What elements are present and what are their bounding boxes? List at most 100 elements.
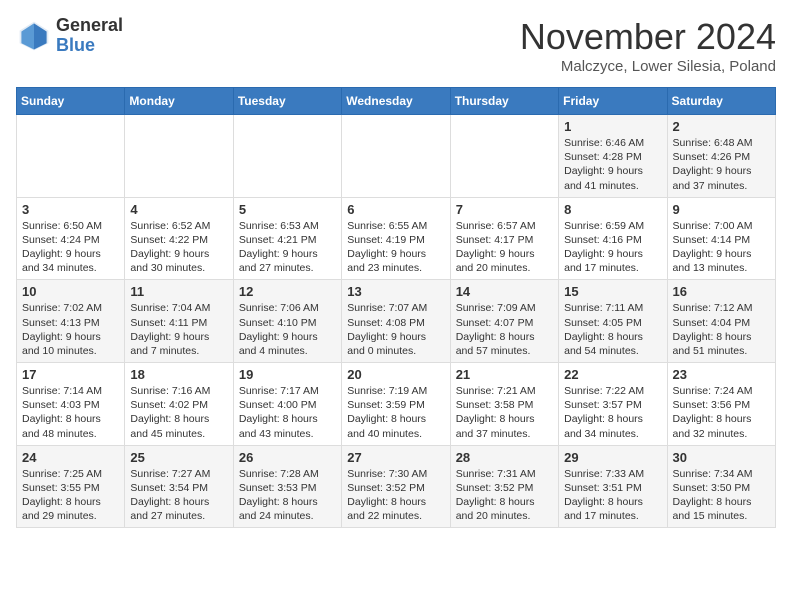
title-block: November 2024 Malczyce, Lower Silesia, P… [520, 16, 776, 75]
day-info: Sunrise: 7:11 AM Sunset: 4:05 PM Dayligh… [564, 301, 661, 358]
day-number: 24 [22, 450, 119, 465]
calendar-cell: 17Sunrise: 7:14 AM Sunset: 4:03 PM Dayli… [17, 363, 125, 446]
day-number: 3 [22, 202, 119, 217]
day-number: 29 [564, 450, 661, 465]
day-info: Sunrise: 7:02 AM Sunset: 4:13 PM Dayligh… [22, 301, 119, 358]
calendar-cell [233, 115, 341, 198]
day-info: Sunrise: 7:28 AM Sunset: 3:53 PM Dayligh… [239, 467, 336, 524]
day-info: Sunrise: 7:22 AM Sunset: 3:57 PM Dayligh… [564, 384, 661, 441]
day-info: Sunrise: 7:33 AM Sunset: 3:51 PM Dayligh… [564, 467, 661, 524]
day-info: Sunrise: 6:55 AM Sunset: 4:19 PM Dayligh… [347, 219, 444, 276]
calendar-cell: 11 Sunrise: 7:04 AM Sunset: 4:11 PM Dayli… [125, 280, 233, 363]
day-info: Sunrise: 7:16 AM Sunset: 4:02 PM Dayligh… [130, 384, 227, 441]
logo-icon [16, 18, 52, 54]
day-number: 19 [239, 367, 336, 382]
calendar-cell: 19 Sunrise: 7:17 AM Sunset: 4:00 PM Dayli… [233, 363, 341, 446]
day-number: 10 [22, 284, 119, 299]
calendar-cell: 29 Sunrise: 7:33 AM Sunset: 3:51 PM Dayli… [559, 445, 667, 528]
weekday-header-friday: Friday [559, 88, 667, 115]
day-number: 1 [564, 119, 661, 134]
day-number: 9 [673, 202, 770, 217]
day-number: 26 [239, 450, 336, 465]
day-number: 13 [347, 284, 444, 299]
calendar-week-row: 3 Sunrise: 6:50 AM Sunset: 4:24 PM Daylig… [17, 197, 776, 280]
day-info: Sunrise: 6:46 AM Sunset: 4:28 PM Dayligh… [564, 136, 661, 193]
calendar-cell: 12 Sunrise: 7:06 AM Sunset: 4:10 PM Dayli… [233, 280, 341, 363]
calendar-cell: 5 Sunrise: 6:53 AM Sunset: 4:21 PM Daylig… [233, 197, 341, 280]
calendar-cell: 23Sunrise: 7:24 AM Sunset: 3:56 PM Dayli… [667, 363, 775, 446]
day-info: Sunrise: 7:09 AM Sunset: 4:07 PM Dayligh… [456, 301, 553, 358]
day-number: 18 [130, 367, 227, 382]
calendar-cell: 26 Sunrise: 7:28 AM Sunset: 3:53 PM Dayli… [233, 445, 341, 528]
calendar-cell: 7 Sunrise: 6:57 AM Sunset: 4:17 PM Daylig… [450, 197, 558, 280]
day-number: 16 [673, 284, 770, 299]
day-info: Sunrise: 7:27 AM Sunset: 3:54 PM Dayligh… [130, 467, 227, 524]
weekday-header-thursday: Thursday [450, 88, 558, 115]
weekday-header-monday: Monday [125, 88, 233, 115]
day-info: Sunrise: 7:04 AM Sunset: 4:11 PM Dayligh… [130, 301, 227, 358]
calendar-cell: 28 Sunrise: 7:31 AM Sunset: 3:52 PM Dayli… [450, 445, 558, 528]
calendar-week-row: 24 Sunrise: 7:25 AM Sunset: 3:55 PM Dayli… [17, 445, 776, 528]
day-number: 22 [564, 367, 661, 382]
day-number: 12 [239, 284, 336, 299]
weekday-header-row: SundayMondayTuesdayWednesdayThursdayFrid… [17, 88, 776, 115]
calendar-cell: 2 Sunrise: 6:48 AM Sunset: 4:26 PM Daylig… [667, 115, 775, 198]
calendar-cell: 21Sunrise: 7:21 AM Sunset: 3:58 PM Dayli… [450, 363, 558, 446]
day-info: Sunrise: 7:17 AM Sunset: 4:00 PM Dayligh… [239, 384, 336, 441]
calendar-cell: 4 Sunrise: 6:52 AM Sunset: 4:22 PM Daylig… [125, 197, 233, 280]
day-number: 7 [456, 202, 553, 217]
day-number: 2 [673, 119, 770, 134]
day-info: Sunrise: 7:19 AM Sunset: 3:59 PM Dayligh… [347, 384, 444, 441]
calendar-cell: 8Sunrise: 6:59 AM Sunset: 4:16 PM Daylig… [559, 197, 667, 280]
day-info: Sunrise: 6:53 AM Sunset: 4:21 PM Dayligh… [239, 219, 336, 276]
calendar-cell: 22 Sunrise: 7:22 AM Sunset: 3:57 PM Dayli… [559, 363, 667, 446]
day-info: Sunrise: 7:24 AM Sunset: 3:56 PM Dayligh… [673, 384, 770, 441]
day-number: 30 [673, 450, 770, 465]
calendar-cell: 20Sunrise: 7:19 AM Sunset: 3:59 PM Dayli… [342, 363, 450, 446]
day-info: Sunrise: 7:07 AM Sunset: 4:08 PM Dayligh… [347, 301, 444, 358]
weekday-header-sunday: Sunday [17, 88, 125, 115]
day-number: 27 [347, 450, 444, 465]
day-info: Sunrise: 7:12 AM Sunset: 4:04 PM Dayligh… [673, 301, 770, 358]
day-info: Sunrise: 7:30 AM Sunset: 3:52 PM Dayligh… [347, 467, 444, 524]
day-info: Sunrise: 6:48 AM Sunset: 4:26 PM Dayligh… [673, 136, 770, 193]
day-number: 14 [456, 284, 553, 299]
day-info: Sunrise: 6:57 AM Sunset: 4:17 PM Dayligh… [456, 219, 553, 276]
calendar-cell: 24 Sunrise: 7:25 AM Sunset: 3:55 PM Dayli… [17, 445, 125, 528]
day-number: 4 [130, 202, 227, 217]
calendar-cell: 25Sunrise: 7:27 AM Sunset: 3:54 PM Dayli… [125, 445, 233, 528]
day-info: Sunrise: 7:25 AM Sunset: 3:55 PM Dayligh… [22, 467, 119, 524]
calendar-cell: 30Sunrise: 7:34 AM Sunset: 3:50 PM Dayli… [667, 445, 775, 528]
day-number: 5 [239, 202, 336, 217]
logo-general-text: General [56, 16, 123, 36]
calendar-cell: 3 Sunrise: 6:50 AM Sunset: 4:24 PM Daylig… [17, 197, 125, 280]
calendar-week-row: 17Sunrise: 7:14 AM Sunset: 4:03 PM Dayli… [17, 363, 776, 446]
calendar-cell: 1 Sunrise: 6:46 AM Sunset: 4:28 PM Daylig… [559, 115, 667, 198]
page-header: General Blue November 2024 Malczyce, Low… [16, 16, 776, 75]
weekday-header-tuesday: Tuesday [233, 88, 341, 115]
calendar-cell: 14 Sunrise: 7:09 AM Sunset: 4:07 PM Dayli… [450, 280, 558, 363]
calendar-week-row: 1 Sunrise: 6:46 AM Sunset: 4:28 PM Daylig… [17, 115, 776, 198]
day-number: 21 [456, 367, 553, 382]
calendar-cell [342, 115, 450, 198]
day-number: 11 [130, 284, 227, 299]
calendar-table: SundayMondayTuesdayWednesdayThursdayFrid… [16, 87, 776, 528]
logo-text: General Blue [56, 16, 123, 56]
logo: General Blue [16, 16, 123, 56]
day-info: Sunrise: 6:52 AM Sunset: 4:22 PM Dayligh… [130, 219, 227, 276]
calendar-cell: 18 Sunrise: 7:16 AM Sunset: 4:02 PM Dayli… [125, 363, 233, 446]
day-number: 15 [564, 284, 661, 299]
day-number: 28 [456, 450, 553, 465]
day-number: 6 [347, 202, 444, 217]
calendar-cell: 16 Sunrise: 7:12 AM Sunset: 4:04 PM Dayli… [667, 280, 775, 363]
day-info: Sunrise: 7:31 AM Sunset: 3:52 PM Dayligh… [456, 467, 553, 524]
calendar-cell: 15 Sunrise: 7:11 AM Sunset: 4:05 PM Dayli… [559, 280, 667, 363]
day-info: Sunrise: 7:06 AM Sunset: 4:10 PM Dayligh… [239, 301, 336, 358]
calendar-week-row: 10 Sunrise: 7:02 AM Sunset: 4:13 PM Dayli… [17, 280, 776, 363]
calendar-cell [17, 115, 125, 198]
day-info: Sunrise: 6:50 AM Sunset: 4:24 PM Dayligh… [22, 219, 119, 276]
calendar-cell: 9Sunrise: 7:00 AM Sunset: 4:14 PM Daylig… [667, 197, 775, 280]
logo-blue-text: Blue [56, 36, 123, 56]
calendar-cell: 6 Sunrise: 6:55 AM Sunset: 4:19 PM Daylig… [342, 197, 450, 280]
calendar-cell [450, 115, 558, 198]
